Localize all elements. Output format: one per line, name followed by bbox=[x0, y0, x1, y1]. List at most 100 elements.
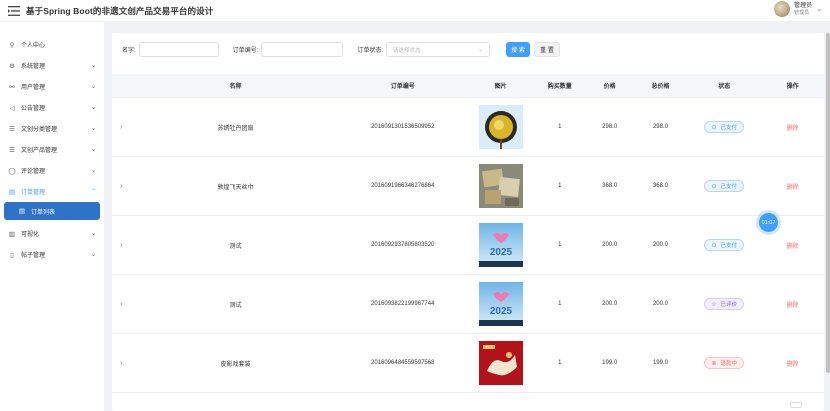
search-button[interactable]: 搜 索 bbox=[506, 42, 531, 57]
cell-price: 298.0 bbox=[602, 124, 618, 130]
chevron-down-icon: ⌄ bbox=[477, 47, 484, 53]
sidebar-item-label: 系统管理 bbox=[21, 64, 46, 70]
header-actions: 操作 bbox=[786, 84, 799, 90]
cell-total: 200.0 bbox=[652, 301, 668, 307]
status-badge: ⊙ 已支付 bbox=[704, 121, 744, 133]
user-icon: ⚲ bbox=[9, 41, 15, 49]
order-no-label: 订单编号: bbox=[232, 48, 259, 54]
timer-badge[interactable]: 01:07 bbox=[759, 213, 778, 232]
users-icon: ⚯ bbox=[9, 83, 15, 91]
cell-name: 皮影戏套装 bbox=[220, 361, 251, 368]
order-no-input[interactable] bbox=[261, 42, 344, 57]
sidebar-item-visualization[interactable]: ▥ 可视化 ⌄ bbox=[0, 223, 104, 244]
product-image[interactable]: 2025 bbox=[478, 223, 523, 267]
header-order-no: 订单编号 bbox=[390, 84, 415, 90]
pagination-button[interactable] bbox=[790, 402, 802, 408]
chevron-up-icon: ⌃ bbox=[90, 189, 96, 195]
chevron-down-icon: ⌄ bbox=[90, 147, 96, 153]
expand-icon[interactable]: › bbox=[112, 301, 133, 308]
sidebar-item-comments[interactable]: ◯ 评论管理 ⌄ bbox=[0, 160, 104, 181]
header-qty: 购买数量 bbox=[547, 84, 572, 90]
check-circle-icon: ⊙ bbox=[711, 183, 717, 190]
chart-icon: ▥ bbox=[8, 230, 16, 238]
document-icon: ▤ bbox=[18, 208, 26, 215]
table-header: 名称 订单编号 图片 购买数量 价格 总价格 状态 操作 bbox=[112, 74, 824, 98]
speaker-icon: ◁ bbox=[9, 104, 15, 112]
status-badge: ⊙ 已支付 bbox=[704, 239, 744, 251]
name-input[interactable] bbox=[138, 42, 219, 57]
cell-price: 368.0 bbox=[602, 183, 618, 189]
cell-qty: 1 bbox=[558, 124, 562, 130]
chevron-down-icon: ⌄ bbox=[90, 252, 96, 258]
refund-icon: ⊗ bbox=[711, 360, 717, 367]
chevron-down-icon: ⌄ bbox=[90, 168, 96, 174]
sidebar-item-label: 订单管理 bbox=[21, 190, 46, 196]
sidebar-item-category[interactable]: ☰ 文创分类管理 ⌄ bbox=[0, 118, 104, 139]
file-icon: ▯ bbox=[10, 251, 14, 259]
sidebar-item-label: 订单列表 bbox=[31, 209, 56, 216]
header-image: 图片 bbox=[494, 84, 507, 90]
cell-price: 199.0 bbox=[602, 360, 618, 366]
expand-icon[interactable]: › bbox=[112, 183, 133, 190]
cell-order-no: 2016092937805803520 bbox=[371, 242, 435, 248]
header-total: 总价格 bbox=[651, 84, 670, 90]
sidebar-item-system[interactable]: ⚙ 系统管理 ⌄ bbox=[0, 55, 104, 76]
product-image[interactable]: 2025 bbox=[478, 282, 523, 326]
delete-button[interactable]: 删除 bbox=[787, 241, 799, 250]
expand-icon[interactable]: › bbox=[112, 360, 133, 367]
sidebar-item-label: 帖子管理 bbox=[21, 253, 46, 259]
product-image[interactable] bbox=[478, 164, 523, 208]
main-panel: 名字: 订单编号: 订单状态: 请选择状态 ⌄ 搜 索 重 置 名称 订单编号 … bbox=[112, 33, 824, 411]
status-select[interactable]: 请选择状态 ⌄ bbox=[386, 42, 491, 57]
expand-icon[interactable]: › bbox=[112, 124, 133, 131]
cell-price: 200.0 bbox=[602, 301, 618, 307]
table-row: › 测试 2016092937805803520 2025 1 200.0 20… bbox=[112, 216, 824, 275]
status-label: 订单状态: bbox=[357, 48, 384, 54]
product-image[interactable] bbox=[478, 105, 523, 149]
sidebar-item-label: 文创分类管理 bbox=[21, 127, 58, 133]
header-status: 状态 bbox=[718, 84, 731, 90]
svg-text:2025: 2025 bbox=[490, 247, 513, 258]
chevron-down-icon: ⌄ bbox=[816, 6, 822, 13]
delete-button[interactable]: 删除 bbox=[787, 359, 799, 368]
reset-button[interactable]: 重 置 bbox=[534, 42, 561, 57]
menu-toggle-icon[interactable] bbox=[8, 5, 20, 16]
table-row: › 苏绣牡丹团扇 2016091301536509952 1 298.0 298… bbox=[112, 98, 824, 157]
cell-name: 测试 bbox=[229, 243, 242, 250]
sidebar-item-profile[interactable]: ⚲ 个人中心 bbox=[0, 34, 104, 55]
sidebar-item-users[interactable]: ⚯ 用户管理 ⌄ bbox=[0, 76, 104, 97]
avatar bbox=[774, 1, 791, 17]
cell-total: 368.0 bbox=[652, 183, 668, 189]
chevron-down-icon: ⌄ bbox=[90, 126, 96, 132]
delete-button[interactable]: 删除 bbox=[787, 300, 799, 309]
sidebar-item-notices[interactable]: ◁ 公告管理 ⌄ bbox=[0, 97, 104, 118]
expand-icon[interactable]: › bbox=[112, 242, 133, 249]
sidebar-item-products[interactable]: ☰ 文创产品管理 ⌄ bbox=[0, 139, 104, 160]
cell-name: 苏绣牡丹团扇 bbox=[217, 125, 254, 132]
header-name: 名称 bbox=[229, 84, 242, 90]
delete-button[interactable]: 删除 bbox=[787, 182, 799, 191]
delete-button[interactable]: 删除 bbox=[787, 123, 799, 132]
app-title: 基于Spring Boot的非遗文创产品交易平台的设计 bbox=[26, 5, 214, 16]
sidebar-item-posts[interactable]: ▯ 帖子管理 ⌄ bbox=[0, 244, 104, 265]
sidebar-item-label: 用户管理 bbox=[21, 85, 46, 91]
sidebar-item-orders[interactable]: ▤ 订单管理 ⌃ bbox=[0, 181, 104, 202]
cell-qty: 1 bbox=[558, 183, 562, 189]
sidebar-item-order-list[interactable]: ▤ 订单列表 bbox=[4, 202, 100, 220]
cell-order-no: 2016091301536509952 bbox=[371, 124, 435, 130]
list-icon: ☰ bbox=[9, 146, 15, 154]
sidebar: ⚲ 个人中心 ⚙ 系统管理 ⌄ ⚯ 用户管理 ⌄ ◁ 公告管理 ⌄ ☰ 文创分类… bbox=[0, 22, 104, 411]
chevron-down-icon: ⌄ bbox=[90, 105, 96, 111]
chevron-down-icon: ⌄ bbox=[90, 84, 96, 90]
search-bar: 名字: 订单编号: 订单状态: 请选择状态 ⌄ 搜 索 重 置 bbox=[122, 42, 561, 57]
table-row: › 测试 2016093822199967744 2025 1 200.0 20… bbox=[112, 275, 824, 334]
user-menu[interactable]: 管理员 管理员 ⌄ bbox=[774, 1, 822, 17]
product-image[interactable] bbox=[478, 341, 523, 385]
cell-order-no: 2016096484559597568 bbox=[371, 360, 435, 366]
scrollbar[interactable] bbox=[826, 33, 830, 373]
table-row: › 敦煌飞天丝巾 2016091966346276864 1 368.0 368… bbox=[112, 157, 824, 216]
user-name: 管理员 bbox=[794, 2, 813, 9]
chevron-down-icon: ⌄ bbox=[90, 63, 96, 69]
top-header: 基于Spring Boot的非遗文创产品交易平台的设计 管理员 管理员 ⌄ bbox=[0, 0, 830, 22]
cell-name: 敦煌飞天丝巾 bbox=[217, 184, 254, 191]
